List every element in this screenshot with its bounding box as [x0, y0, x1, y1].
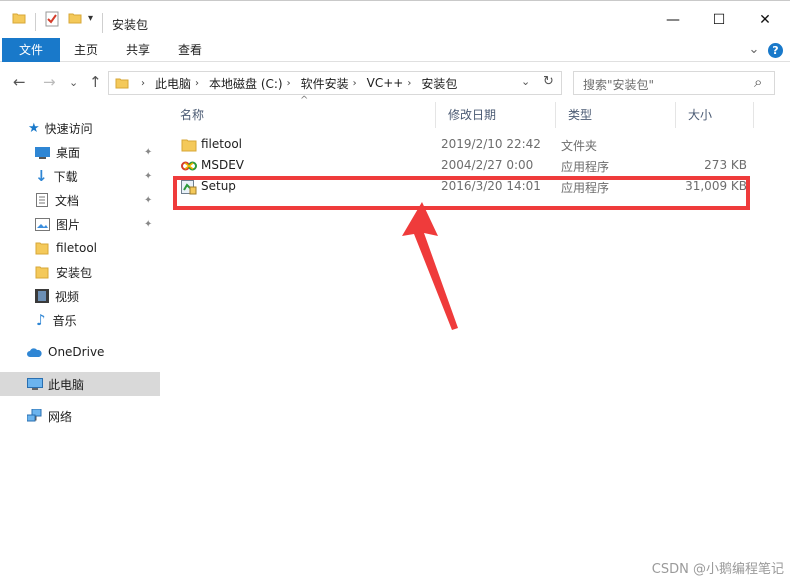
sidebar-item-music[interactable]: ♪ 音乐	[0, 308, 160, 332]
sidebar-item-pictures[interactable]: 图片 ✦	[0, 212, 160, 236]
properties-icon[interactable]	[45, 11, 59, 27]
folder-icon	[115, 76, 129, 90]
pin-icon: ✦	[144, 146, 153, 158]
recent-locations-icon[interactable]: ⌄	[69, 76, 78, 89]
new-folder-icon[interactable]	[68, 11, 82, 25]
file-date: 2019/2/10 22:42	[441, 137, 541, 151]
picture-icon	[35, 217, 50, 231]
breadcrumb-separator[interactable]: ›	[407, 78, 411, 89]
tab-home[interactable]: 主页	[63, 38, 109, 62]
sidebar-item-label: 快速访问	[44, 121, 93, 136]
sidebar-item-onedrive[interactable]: OneDrive	[0, 340, 160, 364]
pin-icon: ✦	[144, 170, 153, 182]
customize-toolbar-icon[interactable]: ▾	[88, 13, 93, 24]
sidebar-item-network[interactable]: 网络	[0, 404, 160, 428]
minimize-button[interactable]: —	[650, 6, 696, 34]
sidebar-item-label: 此电脑	[48, 377, 85, 392]
help-icon[interactable]: ?	[768, 43, 783, 58]
breadcrumb-software-install[interactable]: 软件安装	[301, 75, 349, 92]
video-icon	[35, 289, 49, 303]
download-icon: ↓	[35, 167, 48, 185]
sidebar-item-label: 网络	[48, 409, 73, 424]
column-header-size[interactable]: 大小	[676, 102, 754, 128]
sidebar-item-label: 视频	[55, 289, 80, 304]
sidebar-item-label: 安装包	[56, 265, 93, 280]
file-date: 2004/2/27 0:00	[441, 158, 534, 172]
sidebar-item-this-pc[interactable]: 此电脑	[0, 372, 160, 396]
folder-icon	[35, 241, 49, 255]
search-input[interactable]: 搜索"安装包"	[583, 76, 654, 93]
cloud-icon	[26, 347, 43, 358]
red-arrow-icon	[402, 202, 458, 330]
sidebar-item-quick-access[interactable]: ★ 快速访问	[0, 116, 160, 140]
sidebar-item-label: 图片	[56, 217, 81, 232]
file-size: 273 KB	[704, 158, 747, 172]
back-arrow-icon[interactable]: ←	[13, 73, 26, 91]
ribbon-collapse-icon[interactable]: ⌄	[744, 38, 764, 62]
navigation-bar: ← → ⌄ ↑ › 此电脑 › 本地磁盘 (C:) › 软件安装 › VC++ …	[0, 62, 790, 102]
breadcrumb-vcpp[interactable]: VC++	[367, 76, 404, 90]
computer-icon	[27, 377, 43, 391]
close-button[interactable]: ✕	[742, 6, 788, 34]
table-row[interactable]: filetool 2019/2/10 22:42 文件夹	[168, 134, 790, 155]
desktop-icon	[35, 146, 50, 159]
msdev-app-icon	[181, 158, 197, 174]
sidebar-item-label: 桌面	[56, 145, 81, 160]
pin-icon: ✦	[144, 218, 153, 230]
breadcrumb-local-disk[interactable]: 本地磁盘 (C:)	[209, 75, 283, 92]
refresh-icon[interactable]: ↻	[543, 74, 554, 89]
sidebar-item-filetool[interactable]: filetool	[0, 236, 160, 260]
sidebar-item-label: OneDrive	[48, 345, 105, 359]
breadcrumb-installer[interactable]: 安装包	[421, 75, 457, 92]
folder-icon	[12, 11, 26, 25]
column-header-date[interactable]: 修改日期	[436, 102, 556, 128]
document-icon	[36, 193, 48, 207]
sidebar-item-label: 下载	[53, 169, 78, 184]
file-type: 应用程序	[561, 160, 610, 174]
breadcrumb-separator[interactable]: ›	[353, 78, 357, 89]
tab-view[interactable]: 查看	[167, 38, 213, 62]
title-bar: ▾ 安装包 — ☐ ✕	[0, 0, 790, 38]
sidebar-item-videos[interactable]: 视频	[0, 284, 160, 308]
file-name: filetool	[201, 137, 242, 151]
address-bar[interactable]: › 此电脑 › 本地磁盘 (C:) › 软件安装 › VC++ › 安装包 ⌄ …	[108, 71, 562, 95]
window-title: 安装包	[112, 18, 149, 32]
sidebar-item-label: 音乐	[52, 313, 77, 328]
forward-arrow-icon[interactable]: →	[43, 73, 56, 91]
sidebar-item-desktop[interactable]: 桌面 ✦	[0, 140, 160, 164]
navigation-pane: ★ 快速访问 桌面 ✦ ↓ 下载 ✦ 文档 ✦ 图片 ✦ filetool 安装…	[0, 102, 160, 581]
file-type: 文件夹	[561, 139, 598, 153]
sidebar-item-label: filetool	[56, 241, 97, 255]
ribbon: 文件 主页 共享 查看 ⌄ ?	[0, 38, 790, 62]
music-icon: ♪	[36, 311, 46, 329]
column-header-name[interactable]: 名称	[168, 102, 436, 128]
sidebar-item-documents[interactable]: 文档 ✦	[0, 188, 160, 212]
sidebar-item-installer[interactable]: 安装包	[0, 260, 160, 284]
sidebar-item-label: 文档	[55, 193, 80, 208]
watermark: CSDN @小鹅编程笔记	[651, 562, 784, 577]
folder-icon	[35, 265, 49, 279]
tab-file[interactable]: 文件	[2, 38, 60, 62]
breadcrumb-this-pc[interactable]: 此电脑	[155, 75, 191, 92]
column-header-type[interactable]: 类型	[556, 102, 676, 128]
search-icon[interactable]: ⌕	[754, 73, 762, 91]
search-box[interactable]: 搜索"安装包" ⌕	[573, 71, 775, 95]
file-list: ^ 名称 修改日期 类型 大小 filetool 2019/2/10 22:42…	[168, 95, 790, 581]
breadcrumb-separator[interactable]: ›	[287, 78, 291, 89]
pin-icon: ✦	[144, 194, 153, 206]
file-name: MSDEV	[201, 158, 245, 172]
folder-icon	[181, 137, 197, 153]
up-arrow-icon[interactable]: ↑	[89, 73, 102, 91]
title-divider	[102, 13, 103, 33]
breadcrumb-separator[interactable]: ›	[195, 78, 199, 89]
tab-share[interactable]: 共享	[115, 38, 161, 62]
sidebar-item-downloads[interactable]: ↓ 下载 ✦	[0, 164, 160, 188]
maximize-button[interactable]: ☐	[696, 6, 742, 34]
table-row[interactable]: MSDEV 2004/2/27 0:00 应用程序 273 KB	[168, 155, 790, 176]
star-icon: ★	[28, 120, 40, 136]
network-icon	[27, 409, 43, 423]
breadcrumb-separator: ›	[141, 77, 145, 89]
toolbar-divider	[35, 13, 36, 31]
address-dropdown-icon[interactable]: ⌄	[521, 75, 530, 88]
